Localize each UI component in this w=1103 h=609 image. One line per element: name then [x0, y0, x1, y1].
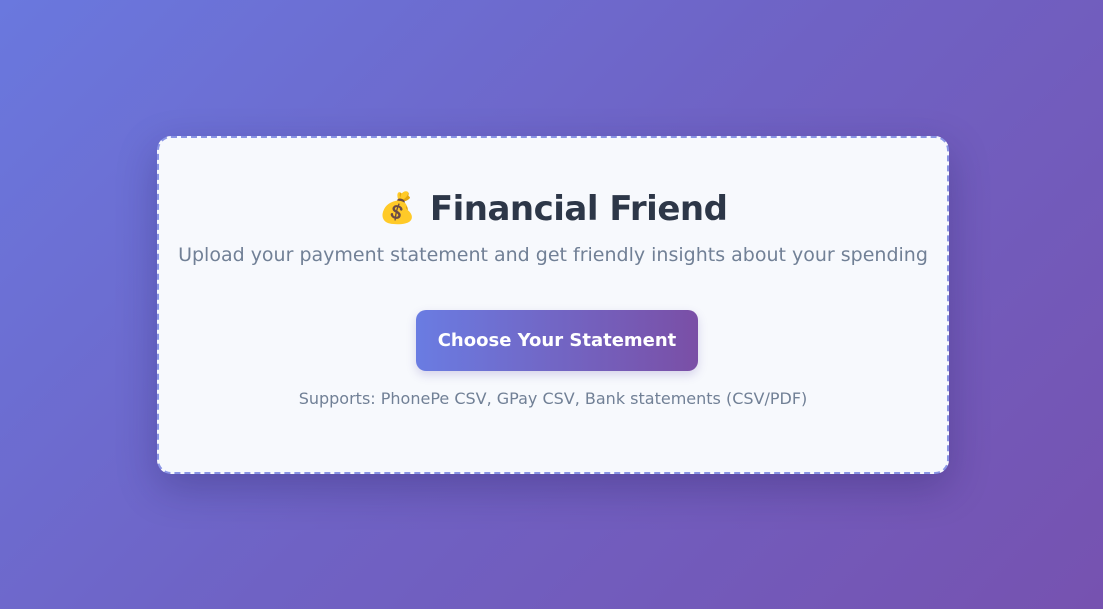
page-title: Financial Friend: [429, 189, 728, 229]
supported-formats-text: Supports: PhonePe CSV, GPay CSV, Bank st…: [298, 389, 808, 408]
title-row: 💰 Financial Friend: [159, 190, 947, 228]
page-subtitle: Upload your payment statement and get fr…: [178, 244, 928, 266]
money-bag-icon: 💰: [378, 191, 416, 226]
choose-statement-button[interactable]: Choose Your Statement: [416, 310, 698, 371]
upload-card[interactable]: 💰 Financial Friend Upload your payment s…: [157, 136, 949, 474]
